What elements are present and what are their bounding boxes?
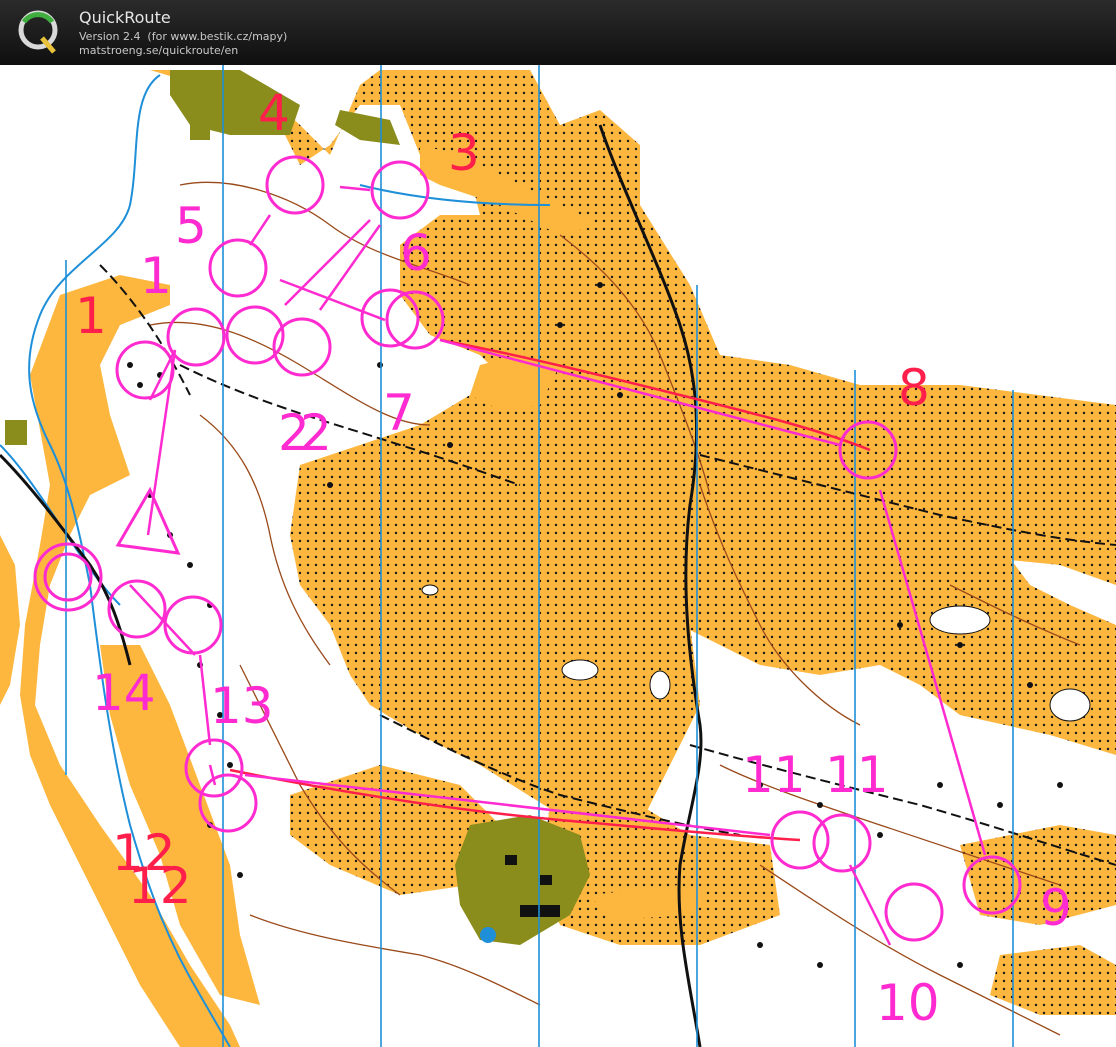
control-number: 3 [448,124,480,182]
control-number: 4 [258,84,290,142]
title-bar: QuickRoute Version 2.4 (for www.bestik.c… [0,0,1116,65]
control-number: 12 [128,857,192,915]
control-number: 5 [175,197,207,255]
start-triangle-icon[interactable] [115,486,181,555]
control-circle[interactable] [884,882,944,942]
app-version: Version 2.4 (for www.bestik.cz/mapy) [79,30,288,43]
control-circle[interactable] [107,579,167,639]
control-number: 14 [92,664,156,722]
control-number: 7 [383,384,415,442]
control-number: 11 [742,746,806,804]
control-circle[interactable] [184,738,244,798]
control-number: 8 [898,359,930,417]
control-number: 2 [300,404,332,462]
control-circle[interactable] [166,307,226,367]
control-circle[interactable] [198,773,258,833]
control-number: 6 [400,224,432,282]
control-circle[interactable] [163,595,223,655]
control-circle[interactable] [265,155,325,215]
control-number: 11 [825,746,889,804]
quickroute-logo-icon [18,10,58,54]
control-number: 9 [1040,879,1072,937]
orienteering-map[interactable]: 1 1 2 2 3 4 5 6 7 8 9 10 11 11 12 12 13 … [0,65,1116,1047]
control-number: 1 [140,247,172,305]
control-circle[interactable] [208,238,268,298]
app-url[interactable]: matstroeng.se/quickroute/en [79,44,238,57]
control-number: 10 [876,974,940,1032]
control-circle[interactable] [812,813,872,873]
app-title: QuickRoute [79,8,171,27]
control-number: 13 [210,677,274,735]
control-circle[interactable] [360,288,420,348]
control-number: 1 [75,287,107,345]
